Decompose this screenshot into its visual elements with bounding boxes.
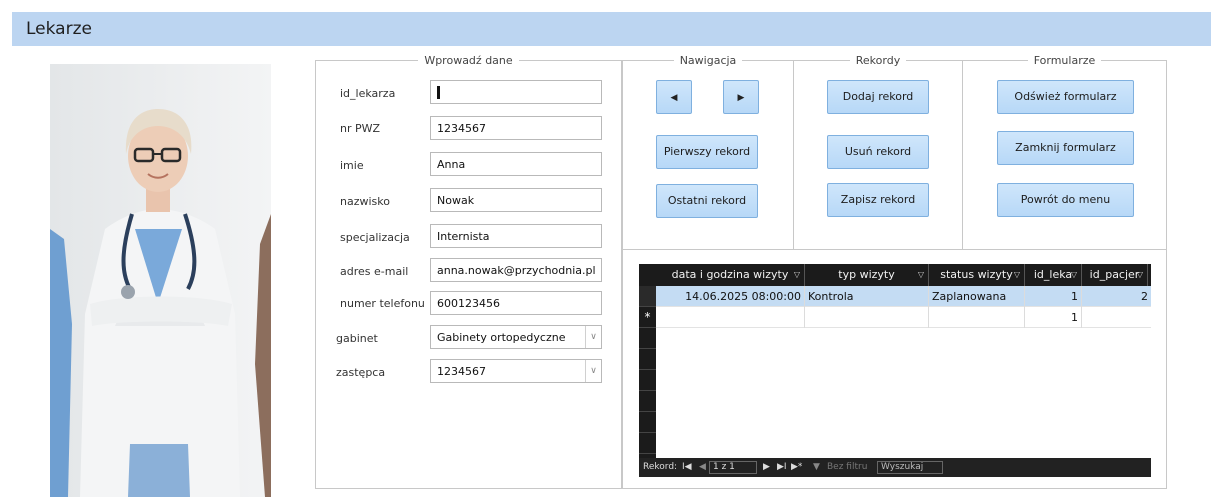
column-header-visit-datetime[interactable]: data i godzina wizyty ▽ <box>656 264 805 286</box>
zastepca-combo[interactable]: 1234567 ∨ <box>430 359 602 383</box>
label-specjalizacja: specjalizacja <box>340 231 410 244</box>
save-record-button[interactable]: Zapisz rekord <box>827 183 929 217</box>
label-adres-email: adres e-mail <box>340 265 409 278</box>
chevron-down-icon[interactable]: ∨ <box>585 326 601 348</box>
record-navigator: Rekord: I◀ ◀ 1 z 1 ▶ ▶I ▶* ▼ Bez filtru … <box>639 458 1151 477</box>
search-input[interactable]: Wyszukaj <box>877 461 943 474</box>
next-record-button[interactable]: ▶ <box>723 80 759 114</box>
filter-dropdown-icon[interactable]: ▽ <box>1071 264 1077 286</box>
new-row-doctor-id-cell[interactable]: 1 <box>1025 307 1082 328</box>
navigation-group-title: Nawigacja <box>673 54 743 67</box>
doctor-photo-image <box>50 64 271 497</box>
row-selector[interactable] <box>639 349 656 370</box>
back-to-menu-button[interactable]: Powrót do menu <box>997 183 1134 217</box>
triangle-left-icon: ◀ <box>670 93 678 103</box>
visit-type-cell[interactable]: Kontrola <box>805 286 929 307</box>
filter-dropdown-icon[interactable]: ▽ <box>1137 264 1143 286</box>
column-header-doctor-id[interactable]: id_leka ▽ <box>1025 264 1082 286</box>
row-selector[interactable] <box>639 328 656 349</box>
column-header-visit-status[interactable]: status wizyty ▽ <box>929 264 1025 286</box>
datasheet-body: 14.06.2025 08:00:00 Kontrola Zaplanowana… <box>656 286 1151 458</box>
row-selector[interactable] <box>639 370 656 391</box>
visit-datetime-cell[interactable]: 14.06.2025 08:00:00 <box>656 286 805 307</box>
triangle-right-icon: ▶ <box>737 93 745 103</box>
id-lekarza-field[interactable]: I <box>430 80 602 104</box>
forms-group-title: Formularze <box>1027 54 1102 67</box>
previous-record-nav-button[interactable]: ◀ <box>699 458 706 477</box>
page-title: Lekarze <box>26 19 92 39</box>
filter-dropdown-icon[interactable]: ▽ <box>794 264 800 286</box>
visit-status-cell[interactable]: Zaplanowana <box>929 286 1025 307</box>
row-selector[interactable] <box>639 433 656 454</box>
doctor-photo <box>50 64 271 497</box>
first-record-nav-button[interactable]: I◀ <box>682 458 692 477</box>
new-record-nav-button[interactable]: ▶* <box>791 458 802 477</box>
gabinet-value: Gabinety ortopedyczne <box>437 331 566 344</box>
record-navigator-label: Rekord: <box>643 462 678 472</box>
new-row-selector[interactable]: * <box>639 307 656 328</box>
filter-dropdown-icon[interactable]: ▽ <box>918 264 924 286</box>
refresh-form-button[interactable]: Odśwież formularz <box>997 80 1134 114</box>
phone-field[interactable]: 600123456 <box>430 291 602 315</box>
row-selector[interactable] <box>639 391 656 412</box>
record-position-input[interactable]: 1 z 1 <box>709 461 757 474</box>
last-record-button[interactable]: Ostatni rekord <box>656 184 758 218</box>
zastepca-value: 1234567 <box>437 365 486 378</box>
new-record-row[interactable]: 1 <box>656 307 1151 328</box>
form-header: Lekarze <box>12 12 1211 46</box>
row-selector[interactable] <box>639 412 656 433</box>
imie-field[interactable]: Anna <box>430 152 602 176</box>
patient-id-cell[interactable]: 2 <box>1082 286 1151 307</box>
filter-dropdown-icon[interactable]: ▽ <box>1014 264 1020 286</box>
label-nazwisko: nazwisko <box>340 195 390 208</box>
chevron-down-icon[interactable]: ∨ <box>585 360 601 382</box>
specjalizacja-field[interactable]: Internista <box>430 224 602 248</box>
input-group-title: Wprowadź dane <box>418 54 519 67</box>
label-zastepca: zastępca <box>336 366 386 379</box>
records-group-title: Rekordy <box>849 54 907 67</box>
label-id-lekarza: id_lekarza <box>340 87 396 100</box>
nazwisko-field[interactable]: Nowak <box>430 188 602 212</box>
label-numer-telefonu: numer telefonu <box>340 297 425 310</box>
first-record-button[interactable]: Pierwszy rekord <box>656 135 758 169</box>
add-record-button[interactable]: Dodaj rekord <box>827 80 929 114</box>
column-header-patient-id[interactable]: id_pacjer ▽ <box>1082 264 1148 286</box>
text-caret <box>437 86 440 99</box>
doctor-id-cell[interactable]: 1 <box>1025 286 1082 307</box>
label-imie: imie <box>340 159 364 172</box>
column-header-visit-type[interactable]: typ wizyty ▽ <box>805 264 929 286</box>
next-record-nav-button[interactable]: ▶ <box>763 458 770 477</box>
label-gabinet: gabinet <box>336 332 378 345</box>
row-selector[interactable] <box>639 286 656 307</box>
nr-pwz-field[interactable]: 1234567 <box>430 116 602 140</box>
previous-record-button[interactable]: ◀ <box>656 80 692 114</box>
last-record-nav-button[interactable]: ▶I <box>777 458 787 477</box>
delete-record-button[interactable]: Usuń rekord <box>827 135 929 169</box>
table-row[interactable]: 14.06.2025 08:00:00 Kontrola Zaplanowana… <box>656 286 1151 307</box>
filter-icon[interactable]: ▼ <box>813 458 820 477</box>
visits-datasheet[interactable]: data i godzina wizyty ▽ typ wizyty ▽ statu… <box>639 264 1151 477</box>
close-form-button[interactable]: Zamknij formularz <box>997 131 1134 165</box>
gabinet-combo[interactable]: Gabinety ortopedyczne ∨ <box>430 325 602 349</box>
no-filter-indicator[interactable]: Bez filtru <box>827 458 867 477</box>
label-nr-pwz: nr PWZ <box>340 122 381 135</box>
email-field[interactable]: anna.nowak@przychodnia.pl <box>430 258 602 282</box>
